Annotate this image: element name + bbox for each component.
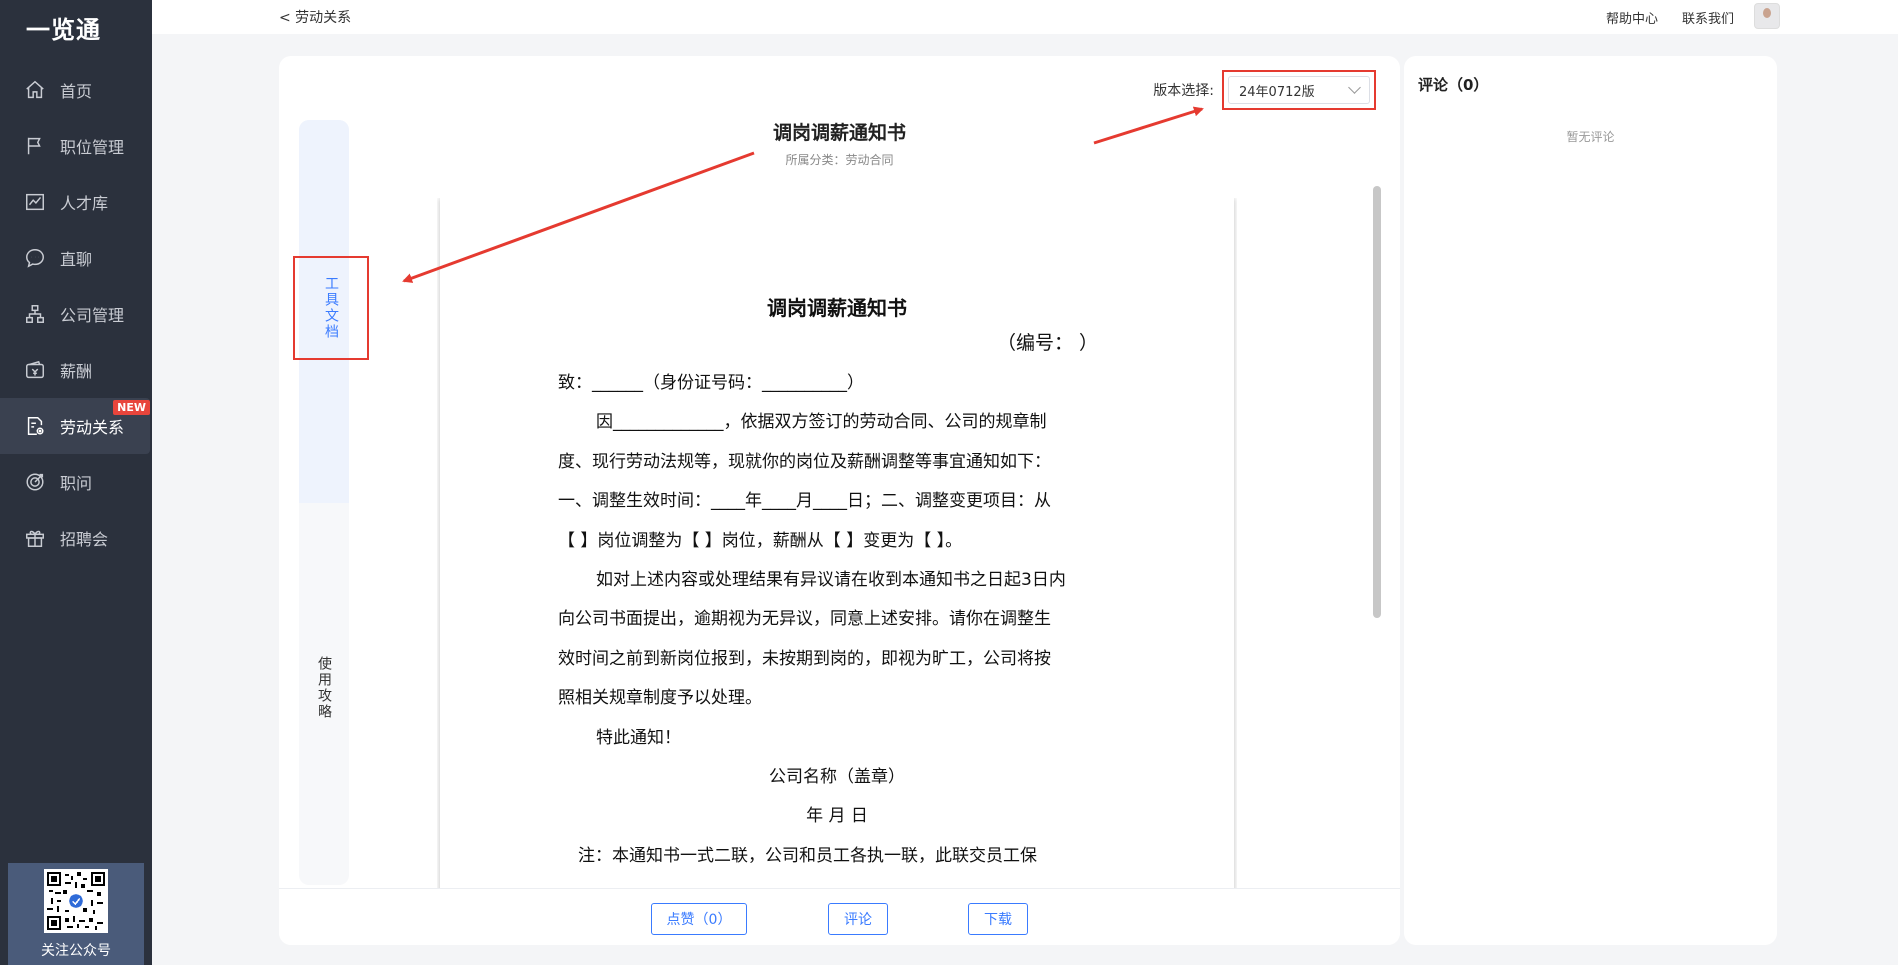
back-link[interactable]: < 劳动关系	[279, 7, 351, 27]
sidebar-item-job-fair[interactable]: 招聘会	[0, 510, 152, 566]
chart-line-icon	[24, 191, 46, 213]
contact-us-link[interactable]: 联系我们	[1682, 8, 1734, 27]
comment-panel: 评论（0） 暂无评论	[1404, 56, 1777, 945]
page-title: 调岗调薪通知书	[772, 122, 906, 144]
paper-line: 照相关规章制度予以处理。	[558, 688, 762, 709]
sidebar-item-talent[interactable]: 人才库	[0, 174, 152, 230]
sidebar-item-label: 劳动关系	[60, 418, 125, 437]
sidebar-item-home[interactable]: 首页	[0, 62, 152, 118]
paper-number: （编号： ）	[996, 332, 1098, 354]
paper-line: 致：______（身份证号码：__________）	[558, 373, 864, 393]
like-button[interactable]: 点赞（0）	[651, 903, 747, 935]
document-gear-icon	[24, 415, 46, 437]
flag-icon	[24, 135, 46, 157]
sidebar-item-label: 薪酬	[60, 362, 93, 381]
qr-code	[44, 869, 108, 933]
sidebar-item-label: 公司管理	[60, 306, 125, 325]
sidebar-item-jobs[interactable]: 职位管理	[0, 118, 152, 174]
paper-line: 因_____________，依据双方签订的劳动合同、公司的规章制	[596, 412, 1047, 433]
tab-usage-guide[interactable]: 使用攻略	[299, 656, 349, 720]
sidebar-item-chat[interactable]: 直聊	[0, 230, 152, 286]
paper-line: 特此通知！	[596, 727, 681, 748]
logo[interactable]: 一览通	[0, 0, 152, 54]
version-selector: 版本选择: 24年0712版	[1153, 70, 1376, 110]
qr-code-panel[interactable]: 关注公众号	[8, 863, 144, 965]
paper-line: 公司名称（盖章）	[769, 767, 905, 788]
paper-line: 年 月 日	[806, 806, 868, 827]
avatar[interactable]	[1754, 3, 1780, 29]
sidebar-item-label: 人才库	[60, 194, 109, 213]
version-value: 24年0712版	[1239, 84, 1315, 100]
paper-line: 一、调整生效时间：____年____月____日；二、调整变更项目：从	[558, 491, 1051, 512]
wallet-icon	[24, 359, 46, 381]
comment-empty-text: 暂无评论	[1566, 130, 1615, 144]
chat-bubble-icon	[24, 247, 46, 269]
sidebar-item-company[interactable]: 公司管理	[0, 286, 152, 342]
qr-label: 关注公众号	[41, 943, 111, 959]
document-category: 所属分类：劳动合同	[785, 153, 894, 167]
comment-button[interactable]: 评论	[828, 903, 888, 935]
sidebar-item-ask[interactable]: 职问	[0, 454, 152, 510]
org-chart-icon	[24, 303, 46, 325]
tab-tool-document[interactable]: 工具文档	[293, 256, 369, 360]
target-icon	[24, 471, 46, 493]
sidebar-item-labor-relations[interactable]: 劳动关系 NEW	[0, 398, 150, 454]
sidebar-item-salary[interactable]: 薪酬	[0, 342, 152, 398]
chevron-down-icon	[1348, 81, 1361, 94]
sidebar-item-label: 职位管理	[60, 138, 125, 157]
document-header: 调岗调薪通知书 所属分类：劳动合同	[279, 118, 1400, 168]
sidebar-item-label: 首页	[60, 82, 93, 101]
paper-line: 如对上述内容或处理结果有异议请在收到本通知书之日起3日内	[596, 570, 1066, 591]
paper-line: 注：本通知书一式二联，公司和员工各执一联，此联交员工保	[578, 845, 1037, 866]
version-dropdown[interactable]: 24年0712版	[1228, 76, 1370, 104]
sidebar-item-label: 职问	[60, 474, 93, 493]
top-bar: < 劳动关系 帮助中心 联系我们	[152, 0, 1898, 34]
paper-line: 向公司书面提出，逾期视为无异议，同意上述安排。请你在调整生	[558, 609, 1051, 630]
home-icon	[24, 79, 46, 101]
paper-line: 度、现行劳动法规等，现就你的岗位及薪酬调整等事宜通知如下：	[558, 451, 1051, 472]
comment-title: 评论（0）	[1418, 76, 1489, 94]
top-links: 帮助中心 联系我们	[1606, 8, 1778, 27]
document-viewer[interactable]: 调岗调薪通知书 （编号： ） 致：______（身份证号码：__________…	[437, 198, 1237, 888]
gift-icon	[24, 527, 46, 549]
help-center-link[interactable]: 帮助中心	[1606, 8, 1658, 27]
sidebar-item-label: 直聊	[60, 250, 93, 269]
version-label: 版本选择:	[1153, 83, 1214, 99]
new-badge: NEW	[113, 400, 150, 415]
tab-usage-guide-label: 使用攻略	[316, 656, 332, 720]
paper-line: 【 】岗位调整为【 】岗位，薪酬从【 】变更为【 】。	[558, 530, 963, 551]
paper-line: 效时间之前到新岗位报到，未按期到岗的，即视为旷工，公司将按	[558, 648, 1051, 669]
version-select-highlight[interactable]: 24年0712版	[1222, 70, 1376, 110]
document-paper: 调岗调薪通知书 （编号： ） 致：______（身份证号码：__________…	[440, 198, 1234, 888]
document-card: 版本选择: 24年0712版 调岗调薪通知书 所属分类：劳动合同 工具文档 使用…	[279, 56, 1400, 945]
download-button[interactable]: 下载	[968, 903, 1028, 935]
side-tab-rail	[299, 120, 349, 885]
sidebar: 一览通 首页 职位管理 人才库 直聊 公司管理 薪酬 劳动关系 NEW 职问 招…	[0, 0, 152, 965]
sidebar-nav: 首页 职位管理 人才库 直聊 公司管理 薪酬 劳动关系 NEW 职问 招聘会	[0, 62, 152, 566]
sidebar-item-label: 招聘会	[60, 530, 109, 549]
action-bar: 点赞（0） 评论 下载	[279, 888, 1400, 945]
document-scrollbar[interactable]	[1373, 186, 1381, 618]
tab-tool-document-label: 工具文档	[323, 276, 339, 340]
paper-title: 调岗调薪通知书	[767, 296, 907, 320]
